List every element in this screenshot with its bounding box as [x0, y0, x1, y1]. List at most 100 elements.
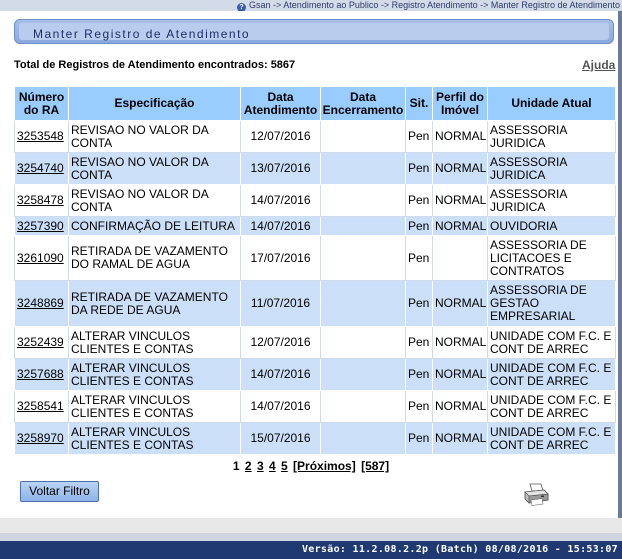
cell-perfil: NORMAL — [432, 184, 488, 217]
cell-especificacao: REVISAO NO VALOR DA CONTA — [68, 152, 241, 185]
cell-unidade: ASSESSORIA JURIDICA — [487, 184, 616, 217]
cell-data-encerramento — [320, 184, 406, 217]
table-header-row: Número do RA Especificação Data Atendime… — [14, 86, 616, 121]
table-row: 3248869 RETIRADA DE VAZAMENTO DA REDE DE… — [14, 280, 616, 327]
cell-data-encerramento — [320, 422, 406, 455]
cell-sit: Pen — [405, 390, 433, 423]
cell-sit: Pen — [405, 235, 433, 281]
pager-next-link[interactable]: [Próximos] — [293, 459, 356, 473]
voltar-filtro-button[interactable]: Voltar Filtro — [20, 481, 99, 502]
cell-perfil: NORMAL — [432, 390, 488, 423]
ra-number-link[interactable]: 3248869 — [17, 296, 64, 310]
cell-data-encerramento — [320, 152, 406, 185]
col-header-perfil: Perfil do Imóvel — [432, 86, 488, 121]
cell-sit: Pen — [405, 326, 433, 359]
cell-data-atendimento: 14/07/2016 — [240, 390, 321, 423]
cell-data-atendimento: 13/07/2016 — [240, 152, 321, 185]
cell-sit: Pen — [405, 152, 433, 185]
cell-sit: Pen — [405, 358, 433, 391]
cell-especificacao: ALTERAR VINCULOS CLIENTES E CONTAS — [68, 422, 241, 455]
version-label: Versão: 11.2.08.2.2p (Batch) 08/08/2016 … — [301, 544, 618, 555]
ra-number-link[interactable]: 3257390 — [17, 219, 64, 233]
cell-unidade: ASSESSORIA DE LICITACOES E CONTRATOS — [487, 235, 616, 281]
table-row: 3254740 REVISAO NO VALOR DA CONTA 13/07/… — [14, 152, 616, 185]
ra-number-link[interactable]: 3254740 — [17, 161, 64, 175]
ra-number-link[interactable]: 3258478 — [17, 193, 64, 207]
cell-data-atendimento: 12/07/2016 — [240, 120, 321, 153]
cell-especificacao: REVISAO NO VALOR DA CONTA — [68, 184, 241, 217]
breadcrumb-text: Gsan -> Atendimento ao Publico -> Regist… — [249, 0, 620, 10]
pager-last-link[interactable]: [587] — [361, 459, 389, 473]
ra-number-link[interactable]: 3253548 — [17, 129, 64, 143]
cell-data-encerramento — [320, 280, 406, 327]
cell-data-atendimento: 14/07/2016 — [240, 216, 321, 236]
cell-data-atendimento: 15/07/2016 — [240, 422, 321, 455]
cell-perfil: NORMAL — [432, 422, 488, 455]
cell-data-atendimento: 11/07/2016 — [240, 280, 321, 327]
footer-strip-light — [0, 518, 622, 533]
title-bar-inner: Manter Registro de Atendimento — [19, 23, 609, 41]
version-bar: Versão: 11.2.08.2.2p (Batch) 08/08/2016 … — [0, 541, 622, 559]
cell-unidade: ASSESSORIA JURIDICA — [487, 152, 616, 185]
cell-unidade: UNIDADE COM F.C. E CONT DE ARREC — [487, 326, 616, 359]
cell-especificacao: ALTERAR VINCULOS CLIENTES E CONTAS — [68, 390, 241, 423]
cell-perfil: NORMAL — [432, 120, 488, 153]
pager-page-link[interactable]: 4 — [269, 459, 276, 473]
page-title: Manter Registro de Atendimento — [33, 27, 251, 41]
cell-especificacao: ALTERAR VINCULOS CLIENTES E CONTAS — [68, 358, 241, 391]
ra-number-link[interactable]: 3258970 — [17, 431, 64, 445]
ra-number-link[interactable]: 3261090 — [17, 251, 64, 265]
cell-sit: Pen — [405, 422, 433, 455]
cell-data-encerramento — [320, 216, 406, 236]
cell-data-atendimento: 17/07/2016 — [240, 235, 321, 281]
cell-sit: Pen — [405, 184, 433, 217]
pager-page-link[interactable]: 3 — [257, 459, 264, 473]
table-row: 3257390 CONFIRMAÇÃO DE LEITURA 14/07/201… — [14, 216, 616, 236]
help-link[interactable]: Ajuda — [582, 58, 615, 72]
pager-page-link[interactable]: 2 — [245, 459, 252, 473]
cell-unidade: UNIDADE COM F.C. E CONT DE ARREC — [487, 390, 616, 423]
cell-data-atendimento: 12/07/2016 — [240, 326, 321, 359]
ra-number-link[interactable]: 3257688 — [17, 367, 64, 381]
printer-icon[interactable] — [522, 482, 550, 506]
breadcrumb: ? Gsan -> Atendimento ao Publico -> Regis… — [0, 0, 622, 11]
cell-perfil: NORMAL — [432, 152, 488, 185]
cell-sit: Pen — [405, 280, 433, 327]
cell-unidade: UNIDADE COM F.C. E CONT DE ARREC — [487, 422, 616, 455]
col-header-data-encerramento: Data Encerramento — [320, 86, 406, 121]
title-bar: Manter Registro de Atendimento — [14, 19, 614, 44]
cell-data-encerramento — [320, 120, 406, 153]
pagination: 1 2 3 4 5 [Próximos] [587] — [0, 459, 622, 473]
table-row: 3258541 ALTERAR VINCULOS CLIENTES E CONT… — [14, 390, 616, 423]
pager-page-link[interactable]: 5 — [281, 459, 288, 473]
table-row: 3253548 REVISAO NO VALOR DA CONTA 12/07/… — [14, 120, 616, 153]
col-header-especificacao: Especificação — [68, 86, 241, 121]
cell-especificacao: ALTERAR VINCULOS CLIENTES E CONTAS — [68, 326, 241, 359]
cell-especificacao: REVISAO NO VALOR DA CONTA — [68, 120, 241, 153]
cell-perfil: NORMAL — [432, 326, 488, 359]
table-row: 3252439 ALTERAR VINCULOS CLIENTES E CONT… — [14, 326, 616, 359]
cell-especificacao: RETIRADA DE VAZAMENTO DO RAMAL DE AGUA — [68, 235, 241, 281]
ra-number-link[interactable]: 3258541 — [17, 399, 64, 413]
footer-strip-mid — [0, 533, 622, 541]
cell-unidade: ASSESSORIA DE GESTAO EMPRESARIAL — [487, 280, 616, 327]
cell-perfil: NORMAL — [432, 216, 488, 236]
pager-current-page: 1 — [232, 459, 240, 473]
table-row: 3258970 ALTERAR VINCULOS CLIENTES E CONT… — [14, 422, 616, 455]
cell-unidade: ASSESSORIA JURIDICA — [487, 120, 616, 153]
col-header-sit: Sit. — [405, 86, 433, 121]
right-frame-border — [618, 11, 622, 518]
cell-perfil: NORMAL — [432, 280, 488, 327]
cell-unidade: OUVIDORIA — [487, 216, 616, 236]
cell-data-encerramento — [320, 326, 406, 359]
ra-number-link[interactable]: 3252439 — [17, 335, 64, 349]
cell-perfil — [432, 235, 488, 281]
ra-table: Número do RA Especificação Data Atendime… — [14, 86, 616, 455]
cell-unidade: UNIDADE COM F.C. E CONT DE ARREC — [487, 358, 616, 391]
cell-data-encerramento — [320, 358, 406, 391]
col-header-data-atendimento: Data Atendimento — [240, 86, 321, 121]
cell-sit: Pen — [405, 216, 433, 236]
help-circle-icon: ? — [237, 3, 247, 11]
cell-especificacao: RETIRADA DE VAZAMENTO DA REDE DE AGUA — [68, 280, 241, 327]
cell-data-atendimento: 14/07/2016 — [240, 358, 321, 391]
